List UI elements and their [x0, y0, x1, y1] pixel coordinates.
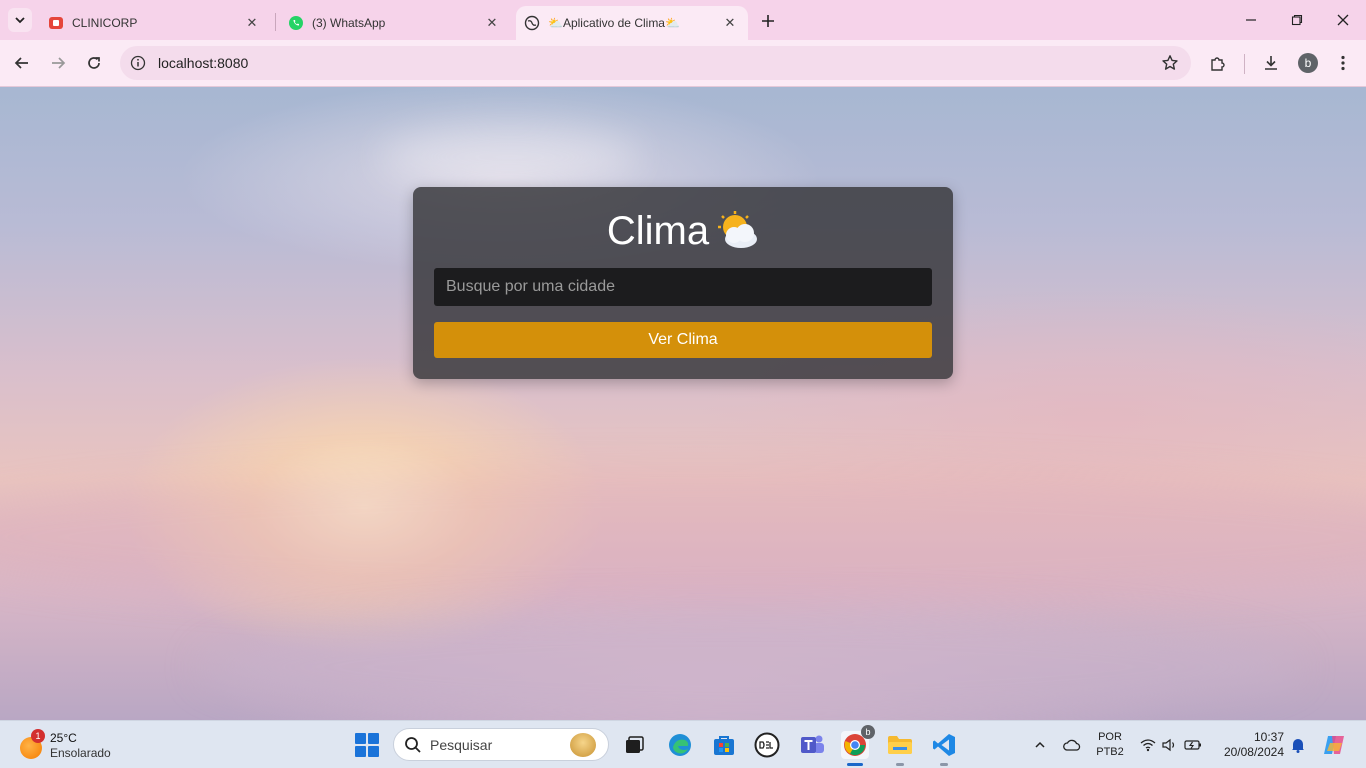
taskbar-chrome[interactable]: b — [841, 725, 875, 766]
search-highlight-icon — [570, 733, 596, 757]
start-button[interactable] — [355, 733, 379, 757]
bell-icon — [1292, 739, 1304, 753]
windows-logo-pane — [355, 746, 366, 757]
taskbar-teams[interactable] — [798, 731, 826, 759]
taskbar-edge[interactable] — [666, 731, 694, 759]
weather-search-card: Clima Ver Clima — [413, 187, 953, 379]
background-clouds — [380, 127, 640, 187]
vscode-icon — [933, 734, 955, 756]
background-clouds — [0, 467, 1366, 607]
tab-clinicorp[interactable]: CLINICORP ✕ — [0, 6, 270, 40]
store-icon — [714, 736, 734, 755]
toolbar-divider — [1244, 54, 1245, 74]
search-icon — [405, 736, 421, 753]
city-search-input[interactable] — [434, 268, 932, 306]
minimize-icon — [1246, 19, 1256, 21]
taskbar-search[interactable]: Pesquisar — [393, 728, 609, 761]
url-text: localhost:8080 — [158, 55, 249, 71]
keyboard-layout: PTB2 — [1096, 746, 1124, 758]
tab-title: ⛅Aplicativo de Clima⛅ — [548, 16, 680, 30]
wifi-icon — [1140, 739, 1156, 752]
windows-logo-pane — [368, 746, 379, 757]
app-title-text: Clima — [606, 209, 710, 253]
edge-icon — [669, 734, 691, 756]
windows-logo-pane — [355, 733, 366, 744]
profile-avatar[interactable]: b — [1298, 53, 1318, 73]
minimize-button[interactable] — [1239, 8, 1263, 32]
close-icon[interactable]: ✕ — [484, 15, 500, 31]
chrome-profile-badge: b — [861, 725, 875, 739]
taskbar-task-view[interactable] — [620, 731, 648, 759]
app-title: Clima — [413, 209, 953, 254]
onedrive-button[interactable] — [1061, 721, 1083, 768]
battery-charging-icon — [1184, 740, 1201, 750]
system-clock[interactable]: 10:37 20/08/2024 — [1216, 730, 1284, 760]
background-clouds — [200, 607, 1300, 720]
restore-button[interactable] — [1285, 8, 1309, 32]
close-icon — [1337, 14, 1349, 26]
puzzle-icon — [1211, 57, 1225, 71]
teams-icon — [801, 735, 824, 753]
reload-button[interactable] — [82, 51, 106, 75]
plus-icon — [762, 15, 774, 27]
clock-date: 20/08/2024 — [1223, 745, 1284, 759]
taskbar-dell[interactable] — [753, 731, 781, 759]
language-indicator[interactable]: POR PTB2 — [1094, 730, 1126, 760]
language-code: POR — [1098, 731, 1122, 743]
weather-condition: Ensolarado — [50, 746, 111, 760]
task-view-icon — [626, 736, 644, 753]
taskbar-file-explorer[interactable] — [886, 731, 914, 766]
close-icon[interactable]: ✕ — [722, 15, 738, 31]
volume-icon — [1162, 738, 1175, 752]
dell-icon — [754, 732, 780, 758]
tab-weather-app[interactable]: ⛅Aplicativo de Clima⛅ ✕ — [516, 6, 748, 40]
restore-icon — [1291, 14, 1303, 26]
arrow-right-icon — [52, 57, 66, 69]
copilot-button[interactable] — [1320, 721, 1348, 768]
downloads-button[interactable] — [1260, 52, 1282, 74]
menu-button[interactable] — [1332, 52, 1354, 74]
notification-badge: 1 — [31, 729, 45, 743]
whatsapp-icon — [288, 15, 304, 31]
info-icon[interactable] — [130, 55, 146, 71]
extensions-button[interactable] — [1207, 52, 1229, 74]
network-volume-battery[interactable] — [1138, 721, 1204, 768]
kebab-menu-icon — [1341, 55, 1345, 71]
folder-icon — [888, 736, 912, 754]
globe-icon — [524, 15, 540, 31]
page-viewport: Clima Ver Clima — [0, 87, 1366, 720]
tab-title: CLINICORP — [72, 16, 138, 30]
reload-icon — [88, 57, 100, 69]
notifications-button[interactable] — [1289, 721, 1307, 768]
clock-time: 10:37 — [1253, 730, 1284, 744]
browser-tabstrip: CLINICORP ✕ (3) WhatsApp ✕ ⛅Aplicativo d… — [0, 0, 1366, 40]
tab-whatsapp[interactable]: (3) WhatsApp ✕ — [238, 6, 510, 40]
search-label: Pesquisar — [430, 736, 493, 753]
windows-logo-pane — [368, 733, 379, 744]
bookmark-star-icon[interactable] — [1161, 54, 1179, 72]
windows-taskbar: 1 25°C Ensolarado Pesquisar b POR PTB2 1… — [0, 720, 1366, 768]
cloud-icon — [1063, 739, 1081, 751]
back-button[interactable] — [10, 51, 34, 75]
show-hidden-icons-button[interactable] — [1030, 721, 1050, 768]
clinicorp-icon — [48, 15, 64, 31]
browser-toolbar: localhost:8080 b — [0, 40, 1366, 87]
weather-widget[interactable]: 1 25°C Ensolarado — [20, 729, 130, 763]
arrow-left-icon — [14, 57, 28, 69]
chevron-up-icon — [1035, 741, 1045, 748]
view-weather-button[interactable]: Ver Clima — [434, 322, 932, 358]
address-bar[interactable]: localhost:8080 — [120, 46, 1191, 80]
new-tab-button[interactable] — [756, 9, 780, 33]
tab-title: (3) WhatsApp — [312, 16, 386, 30]
close-window-button[interactable] — [1331, 8, 1355, 32]
sun-behind-cloud-icon — [718, 211, 758, 248]
taskbar-vscode[interactable] — [930, 731, 958, 766]
download-icon — [1265, 56, 1277, 70]
taskbar-store[interactable] — [710, 731, 738, 759]
copilot-icon — [1324, 736, 1344, 754]
weather-temperature: 25°C — [50, 731, 77, 745]
forward-button[interactable] — [46, 51, 70, 75]
